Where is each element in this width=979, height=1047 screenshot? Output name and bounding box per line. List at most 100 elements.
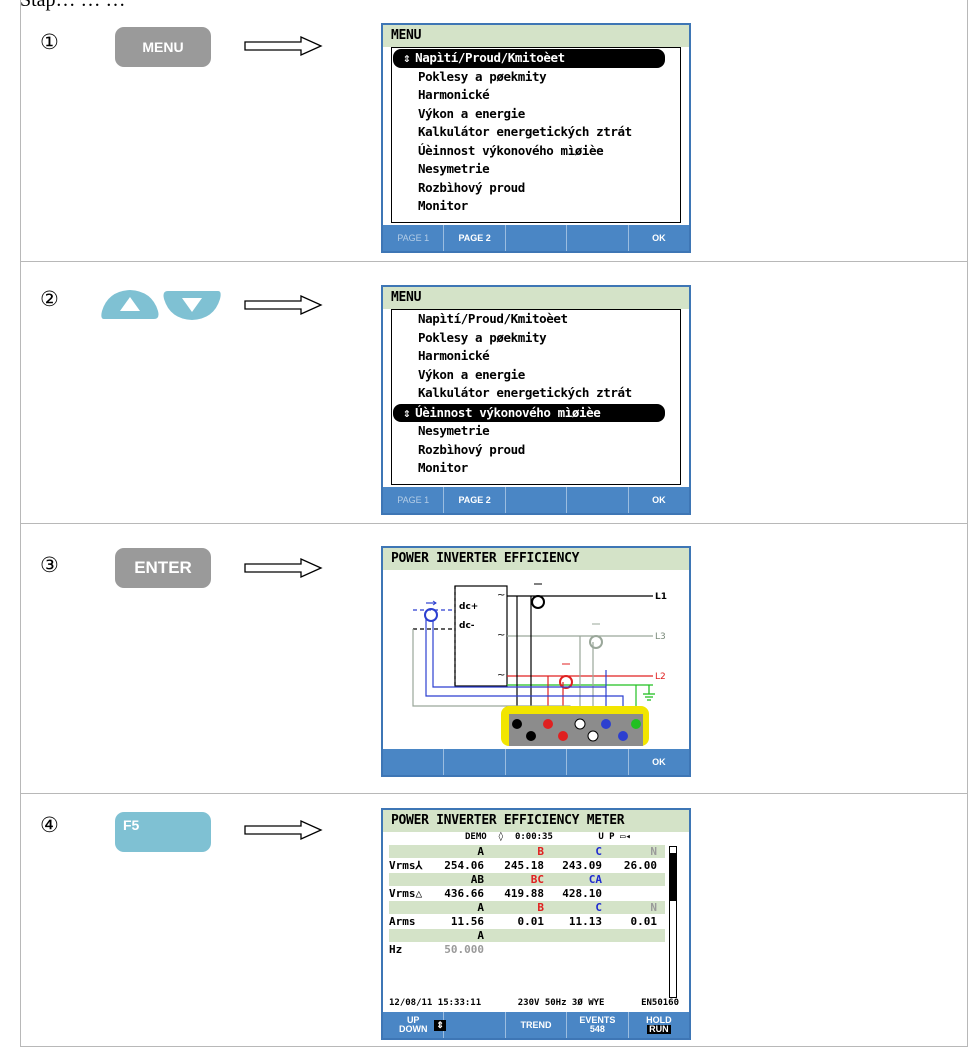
meter-table: DEMO ◊ 0:00:35 U P ▭◂ ABCN Vrms⅄ 254.06 24… <box>389 832 683 1014</box>
up-down-icon: ⇕ <box>403 50 411 65</box>
f1-page1-button[interactable]: PAGE 1 <box>383 487 445 513</box>
table-row: Vrms△ 436.66 419.88 428.10 <box>389 887 602 900</box>
menu-item[interactable]: Nesymetrie <box>392 160 680 179</box>
table-row: Hz 50.000 <box>389 943 484 956</box>
function-key-bar: OK <box>383 749 689 775</box>
l3-label: L3 <box>655 632 666 642</box>
f4-button[interactable] <box>567 487 629 513</box>
f1-button[interactable] <box>383 749 445 775</box>
table-row: Arms 11.56 0.01 11.13 0.01 <box>389 915 657 928</box>
dc-minus-label: dc- <box>459 621 475 631</box>
f3-button[interactable] <box>506 487 568 513</box>
table-row: ABCN <box>389 901 665 914</box>
menu-list: Napìtí/Proud/Kmitoèet Poklesy a pøekmity… <box>391 309 681 485</box>
up-arrow-key[interactable] <box>100 287 160 323</box>
f3-button[interactable] <box>506 749 568 775</box>
menu-item[interactable]: Poklesy a pøekmity <box>392 68 680 87</box>
enter-key[interactable]: ENTER <box>115 548 211 588</box>
f5-ok-button[interactable]: OK <box>629 225 689 251</box>
l1-label: L1 <box>655 592 667 602</box>
flags: U P <box>598 832 615 842</box>
arrow-icon <box>244 820 323 840</box>
svg-text:~: ~ <box>497 590 505 601</box>
table-row: Vrms⅄ 254.06 245.18 243.09 26.00 <box>389 859 657 872</box>
function-key-bar: UP DOWN ⇕ TREND EVENTS 548 HOLD RUN <box>383 1012 689 1038</box>
standard: EN50160 <box>641 998 679 1008</box>
menu-key[interactable]: MENU <box>115 27 211 67</box>
f3-button[interactable] <box>506 225 568 251</box>
status-footer: 12/08/11 15:33:11 230V 50Hz 3Ø WYE EN501… <box>389 998 679 1008</box>
table-row: A <box>389 929 665 942</box>
f4-events-button[interactable]: EVENTS 548 <box>567 1012 629 1038</box>
step-number-4: ④ <box>40 813 59 837</box>
wiring-diagram: dc+ dc- ~ ~ ~ L1 L3 L2 <box>412 583 667 746</box>
elapsed-time: 0:00:35 <box>514 832 553 842</box>
step-number-3: ③ <box>40 553 59 577</box>
menu-item[interactable]: Rozbìhový proud <box>392 179 680 198</box>
screen-title: POWER INVERTER EFFICIENCY <box>383 548 689 570</box>
menu-item[interactable]: Harmonické <box>392 86 680 105</box>
f5-ok-button[interactable]: OK <box>629 749 689 775</box>
arrow-icon <box>244 295 323 315</box>
svg-text:~: ~ <box>497 630 505 641</box>
timer-icon: ◊ <box>498 832 504 842</box>
screen-title: POWER INVERTER EFFICIENCY METER <box>383 810 689 832</box>
date: 12/08/11 <box>389 998 433 1008</box>
menu-item[interactable]: Harmonické <box>392 347 680 366</box>
wiring-screen: POWER INVERTER EFFICIENCY dc+ dc- ~ ~ ~ … <box>381 546 691 777</box>
scrollbar[interactable] <box>669 846 677 998</box>
f2-button[interactable] <box>444 749 506 775</box>
table-row: ABCN <box>389 845 665 858</box>
menu-item[interactable]: Kalkulátor energetických ztrát <box>392 384 680 403</box>
menu-item[interactable]: Výkon a energie <box>392 366 680 385</box>
f2-page2-button[interactable]: PAGE 2 <box>444 487 506 513</box>
svg-text:~: ~ <box>497 670 505 681</box>
up-down-icon: ⇕ <box>403 404 411 420</box>
f5-ok-button[interactable]: OK <box>629 487 689 513</box>
menu-item-selected[interactable]: ⇕ Úèinnost výkonového mìøièe <box>393 403 665 422</box>
f5-key[interactable]: F5 <box>115 812 211 852</box>
arrow-icon <box>244 36 323 56</box>
menu-item[interactable]: Výkon a energie <box>392 105 680 124</box>
menu-item[interactable]: Poklesy a pøekmity <box>392 329 680 348</box>
menu-item-label: Napìtí/Proud/Kmitoèet <box>415 50 565 65</box>
menu-item[interactable]: Monitor <box>392 197 680 216</box>
f4-button[interactable] <box>567 225 629 251</box>
l2-label: L2 <box>655 672 666 682</box>
f3-trend-button[interactable]: TREND <box>506 1012 568 1038</box>
f2-page2-button[interactable]: PAGE 2 <box>444 225 506 251</box>
menu-list: ⇕ Napìtí/Proud/Kmitoèet Poklesy a pøekmit… <box>391 47 681 223</box>
clock: 15:33:11 <box>437 998 482 1008</box>
function-key-bar: PAGE 1 PAGE 2 OK <box>383 225 689 251</box>
function-key-bar: PAGE 1 PAGE 2 OK <box>383 487 689 513</box>
menu-screen-selected: MENU Napìtí/Proud/Kmitoèet Poklesy a pøe… <box>381 285 691 515</box>
menu-screen: MENU ⇕ Napìtí/Proud/Kmitoèet Poklesy a pø… <box>381 23 691 253</box>
menu-item[interactable]: Napìtí/Proud/Kmitoèet <box>392 310 680 329</box>
f2-scroll-button[interactable]: ⇕ <box>434 1012 506 1038</box>
screen-title: MENU <box>383 287 689 309</box>
scrollbar-thumb[interactable] <box>670 853 676 901</box>
up-down-icon: ⇕ <box>434 1019 446 1031</box>
menu-item[interactable]: Úèinnost výkonového mìøièe <box>392 142 680 161</box>
dc-plus-label: dc+ <box>459 602 478 612</box>
f4-button[interactable] <box>567 749 629 775</box>
config: 230V 50Hz 3Ø WYE <box>517 998 605 1008</box>
f1-page1-button[interactable]: PAGE 1 <box>383 225 445 251</box>
menu-item-selected[interactable]: ⇕ Napìtí/Proud/Kmitoèet <box>393 49 665 68</box>
menu-item-label: Úèinnost výkonového mìøièe <box>415 404 601 420</box>
down-arrow-key[interactable] <box>162 287 222 323</box>
menu-item[interactable]: Kalkulátor energetických ztrát <box>392 123 680 142</box>
table-row: AB BC CA <box>389 873 665 886</box>
arrow-icon <box>244 558 323 578</box>
meter-screen: POWER INVERTER EFFICIENCY METER DEMO ◊ 0… <box>381 808 691 1040</box>
f5-hold-run-button[interactable]: HOLD RUN <box>629 1012 689 1038</box>
screen-title: MENU <box>383 25 689 47</box>
menu-item[interactable]: Nesymetrie <box>392 422 680 441</box>
demo-label: DEMO <box>465 832 487 842</box>
status-bar: DEMO ◊ 0:00:35 U P ▭◂ <box>465 832 631 842</box>
menu-item[interactable]: Rozbìhový proud <box>392 441 680 460</box>
step-number-1: ① <box>40 30 59 54</box>
step-number-2: ② <box>40 287 59 311</box>
battery-icon: ▭◂ <box>620 832 631 842</box>
menu-item[interactable]: Monitor <box>392 459 680 478</box>
